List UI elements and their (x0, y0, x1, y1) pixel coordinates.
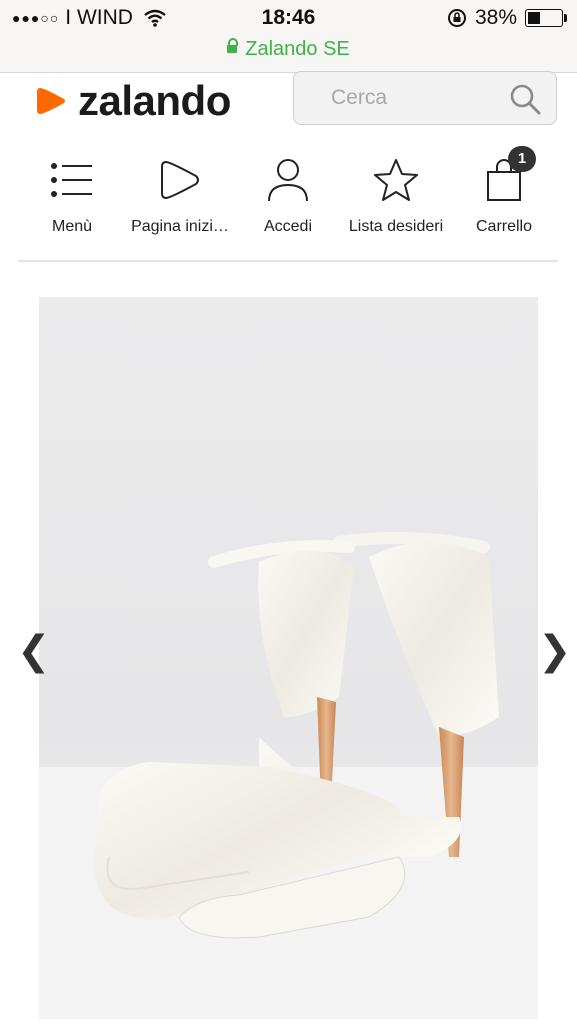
user-icon (268, 159, 308, 202)
cart-count-badge: 1 (508, 146, 536, 172)
battery-level (528, 12, 541, 24)
rotation-lock-icon (447, 9, 466, 27)
nav-label-cart: Carrello (475, 218, 532, 235)
nav-label-home: Pagina inizi… (131, 218, 229, 235)
product-image[interactable] (39, 297, 538, 1019)
zalando-logo[interactable]: zalando (34, 76, 231, 126)
site-name: Zalando SE (245, 38, 350, 60)
battery-percent: 38% (474, 6, 517, 29)
product-photo-sandals (39, 297, 538, 1019)
nav-item-login[interactable]: Accedi (228, 150, 348, 236)
menu-icon (51, 163, 92, 197)
battery-icon (525, 9, 567, 27)
search-icon[interactable] (508, 82, 542, 116)
nav-label-wishlist: Lista desideri (348, 218, 444, 235)
main-nav: Menù Pagina inizi… Accedi Lista desideri (18, 146, 558, 262)
lock-icon (227, 38, 239, 53)
nav-item-cart[interactable]: 1 Carrello (444, 146, 564, 236)
gallery-prev-button[interactable]: ❮ (17, 628, 51, 674)
zalando-logo-mark (37, 88, 65, 114)
search-input[interactable] (294, 72, 494, 124)
nav-item-wishlist[interactable]: Lista desideri (336, 150, 456, 236)
search-box[interactable] (293, 71, 557, 125)
status-right: 38% (447, 6, 567, 30)
logo-text: zalando (78, 77, 231, 124)
status-bar: ●●●○○ I WIND 18:46 38% Zalando SE (0, 0, 577, 73)
home-icon (161, 160, 199, 200)
nav-item-menu[interactable]: Menù (12, 150, 132, 236)
star-icon (374, 159, 418, 201)
nav-item-home[interactable]: Pagina inizi… (120, 150, 240, 236)
address-bar[interactable]: Zalando SE (0, 38, 577, 61)
nav-label-login: Accedi (263, 218, 313, 235)
nav-label-menu: Menù (51, 218, 93, 235)
gallery-next-button[interactable]: ❯ (538, 628, 572, 674)
